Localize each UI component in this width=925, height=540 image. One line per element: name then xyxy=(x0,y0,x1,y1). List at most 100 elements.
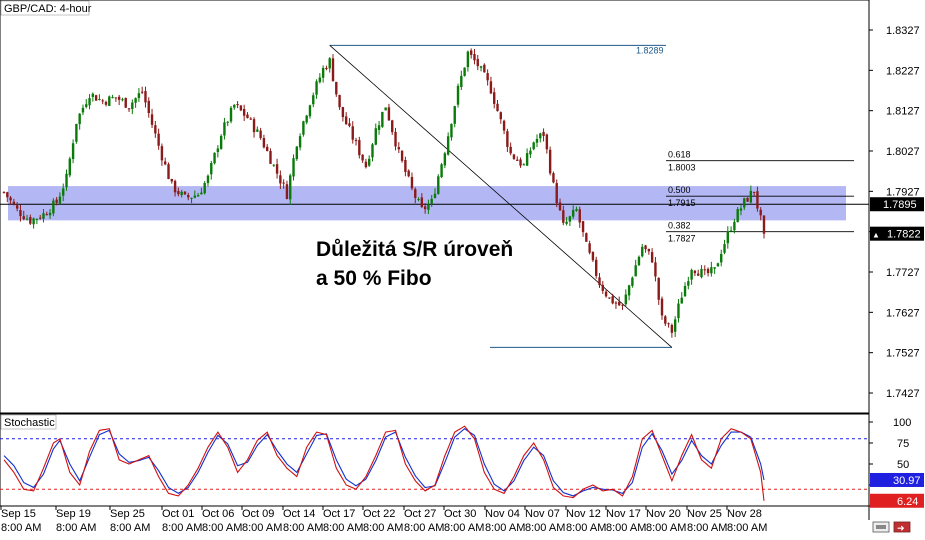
candle-body xyxy=(81,107,85,113)
candle-body xyxy=(483,64,486,73)
candle-body xyxy=(328,58,331,69)
candle-body xyxy=(223,122,226,136)
price-badge-marker: ▲ xyxy=(872,231,880,240)
candle-body xyxy=(22,216,25,220)
xtick-time: 8:00 AM xyxy=(404,522,444,534)
candle-body xyxy=(272,164,275,166)
candle-body xyxy=(108,96,111,106)
candle-body xyxy=(680,297,683,304)
fib-value-label: 1.8003 xyxy=(668,163,696,173)
candle-body xyxy=(312,95,315,105)
candle-body xyxy=(239,105,243,111)
candle-body xyxy=(729,230,733,232)
ytick-label: 1.8327 xyxy=(886,25,920,37)
candle-body xyxy=(631,277,634,286)
candle-body xyxy=(45,214,48,216)
candle-body xyxy=(127,108,131,110)
candle-body xyxy=(210,163,213,175)
candle-body xyxy=(420,197,424,207)
candle-body xyxy=(450,123,453,138)
xtick-date: Oct 22 xyxy=(363,508,395,520)
candle-body xyxy=(502,120,506,131)
candle-body xyxy=(361,154,364,161)
candle-body xyxy=(196,195,200,197)
xtick-time: 8:00 AM xyxy=(525,522,565,534)
candle-body xyxy=(256,129,259,132)
candle-body xyxy=(65,173,68,188)
candle-body xyxy=(733,221,736,231)
xtick-date: Nov 28 xyxy=(727,508,762,520)
candle-body xyxy=(667,323,670,325)
candle-body xyxy=(585,233,588,242)
candle-body xyxy=(78,113,81,125)
xtick-date: Oct 14 xyxy=(283,508,315,520)
candle-body xyxy=(542,131,545,136)
candle-body xyxy=(706,268,710,274)
candle-body xyxy=(206,175,210,184)
candle-body xyxy=(493,92,496,104)
scroll-icon[interactable] xyxy=(872,521,890,533)
candle-body xyxy=(414,189,417,198)
stochastic-plot-frame xyxy=(0,413,870,507)
candle-body xyxy=(203,183,206,194)
candle-body xyxy=(479,66,483,68)
candle-body xyxy=(295,146,299,160)
stoch-ytick-label: 100 xyxy=(893,417,911,429)
chart-svg: 1.82890.6181.80030.5001.79150.3821.7827 … xyxy=(0,0,924,534)
xtick-time: 8:00 AM xyxy=(242,522,282,534)
xtick-time: 8:00 AM xyxy=(1,522,41,534)
candle-body xyxy=(246,114,249,119)
fib-value-label: 1.7827 xyxy=(668,234,696,244)
candle-body xyxy=(85,104,88,107)
candle-body xyxy=(216,148,220,153)
candle-body xyxy=(552,173,555,183)
candle-body xyxy=(32,218,35,225)
candle-body xyxy=(522,164,526,166)
candle-body xyxy=(124,97,127,108)
candle-body xyxy=(650,252,654,263)
candle-body xyxy=(367,158,371,166)
xtick-time: 8:00 AM xyxy=(202,522,242,534)
candle-body xyxy=(595,259,598,276)
stoch-ytick-label: 50 xyxy=(897,459,909,471)
xtick-date: Sep 15 xyxy=(1,508,36,520)
fib-ratio-label: 0.382 xyxy=(668,221,691,231)
candle-body xyxy=(621,304,624,306)
xtick-date: Nov 20 xyxy=(646,508,681,520)
candle-body xyxy=(259,130,262,139)
x-axis-layer: Sep 158:00 AMSep 198:00 AMSep 258:00 AMO… xyxy=(0,506,767,534)
candle-body xyxy=(279,175,282,184)
candle-body xyxy=(460,75,463,87)
y-axis-layer: 1.83271.82271.81271.80271.79271.78271.77… xyxy=(869,25,920,507)
candle-body xyxy=(219,135,223,149)
xtick-date: Oct 17 xyxy=(323,508,355,520)
shift-arrow-icon[interactable]: ➜ xyxy=(893,521,911,533)
candle-body xyxy=(601,284,604,291)
xtick-time: 8:00 AM xyxy=(727,522,767,534)
candle-body xyxy=(581,221,585,233)
candle-body xyxy=(611,296,614,304)
candle-body xyxy=(266,146,269,151)
candle-body xyxy=(677,303,680,319)
candle-body xyxy=(12,201,16,205)
candle-body xyxy=(229,107,233,122)
candle-body xyxy=(167,164,170,180)
candle-body xyxy=(134,98,137,103)
candle-body xyxy=(25,218,29,220)
candle-body xyxy=(654,262,657,277)
xtick-date: Oct 01 xyxy=(162,508,194,520)
candle-body xyxy=(696,273,700,276)
candle-body xyxy=(627,285,631,296)
candle-body xyxy=(591,251,595,261)
candle-body xyxy=(726,231,730,244)
candle-body xyxy=(318,77,322,83)
candle-body xyxy=(509,146,512,154)
xtick-time: 8:00 AM xyxy=(606,522,646,534)
candle-body xyxy=(131,102,134,109)
sr-zone xyxy=(8,186,846,221)
candle-body xyxy=(6,192,9,198)
candle-body xyxy=(94,95,98,101)
candle-body xyxy=(463,67,466,76)
candle-body xyxy=(746,197,749,202)
candle-body xyxy=(660,298,664,316)
